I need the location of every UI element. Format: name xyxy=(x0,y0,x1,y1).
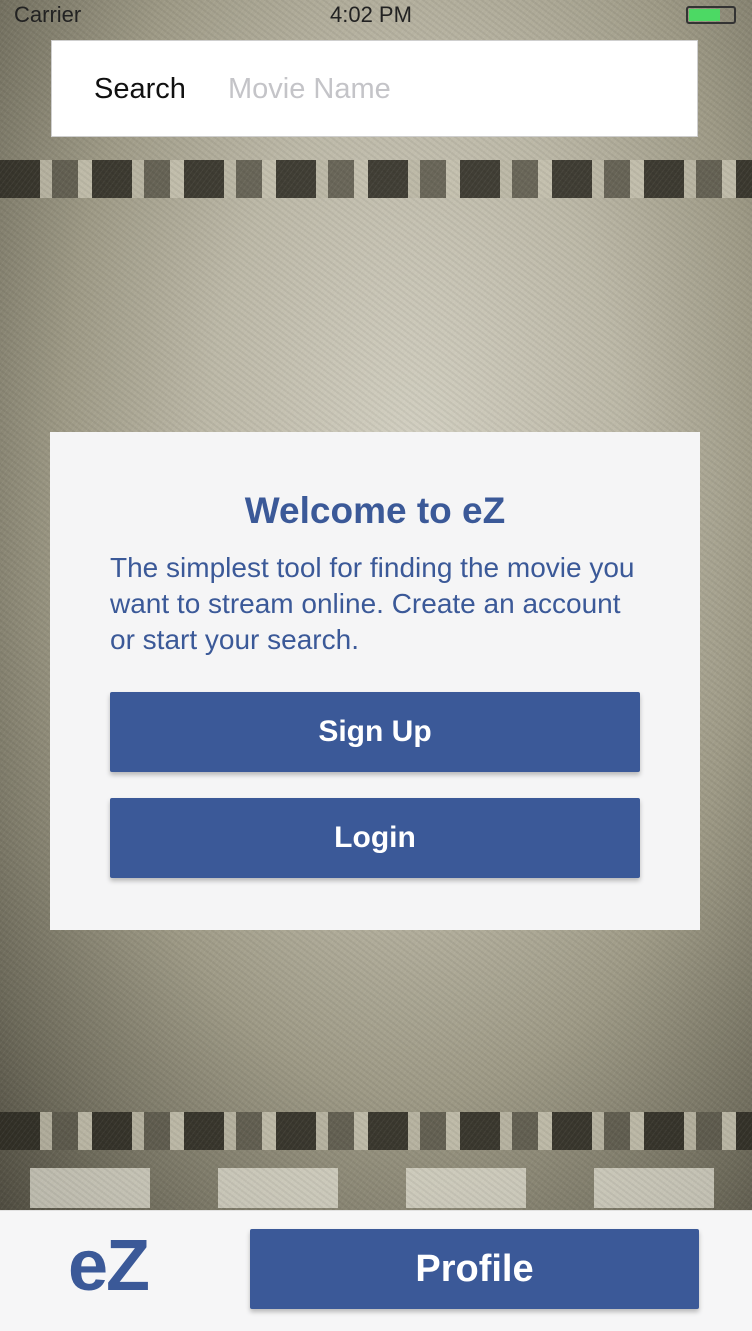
app-logo: eZ xyxy=(68,1226,150,1306)
battery-icon xyxy=(686,6,736,24)
welcome-title: Welcome to eZ xyxy=(244,490,506,531)
search-label: Search xyxy=(94,73,186,105)
sign-up-button[interactable]: Sign Up xyxy=(110,692,640,772)
carrier-label: Carrier xyxy=(14,2,82,27)
welcome-card: Welcome to eZ The simplest tool for find… xyxy=(50,432,700,930)
search-input[interactable] xyxy=(228,63,668,115)
film-strip-bottom xyxy=(0,1112,752,1150)
status-bar: Carrier 4:02 PM xyxy=(0,0,752,30)
welcome-description: The simplest tool for finding the movie … xyxy=(110,552,635,655)
profile-button[interactable]: Profile xyxy=(250,1229,699,1309)
battery-level xyxy=(689,9,720,21)
clock: 4:02 PM xyxy=(330,2,412,27)
search-bar: Search xyxy=(51,40,698,137)
bottom-bar: eZ Profile xyxy=(0,1210,752,1331)
film-sprockets xyxy=(0,1168,752,1208)
film-strip-top xyxy=(0,160,752,198)
login-button[interactable]: Login xyxy=(110,798,640,878)
